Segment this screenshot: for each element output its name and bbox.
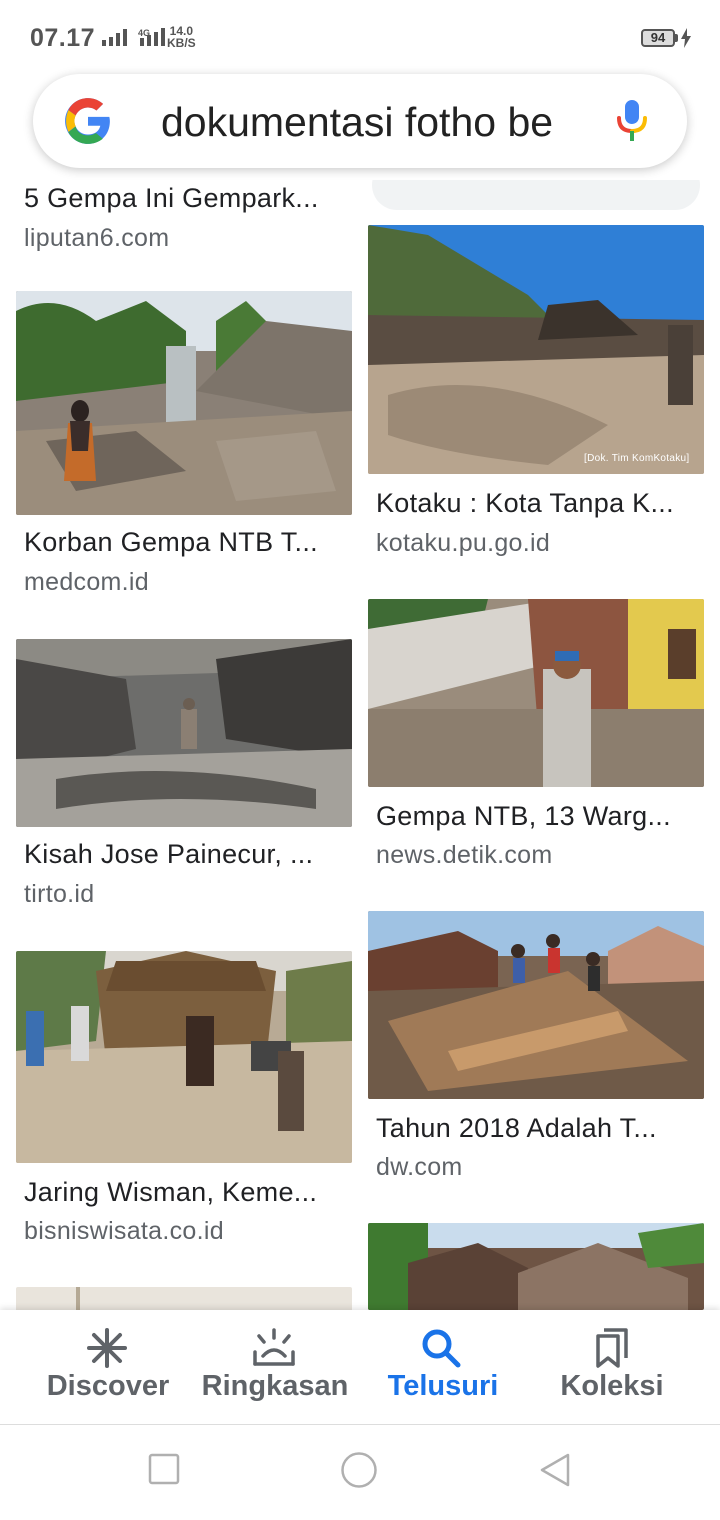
microphone-icon[interactable] <box>616 100 648 142</box>
status-time: 07.17 <box>30 24 96 52</box>
image-results-grid: 5 Gempa Ini Gempark... liputan6.com Korb… <box>0 180 720 1310</box>
result-title: Kisah Jose Painecur, ... <box>24 839 314 869</box>
image-result-card[interactable]: Korban Gempa NTB T... medcom.id <box>16 291 352 601</box>
bottom-navigation: Discover Ringkasan Telusuri Koleksi <box>0 1310 720 1425</box>
network-speed: 14.0 KB/S <box>167 25 196 49</box>
result-title: Korban Gempa NTB T... <box>24 527 318 557</box>
nav-ringkasan[interactable]: Ringkasan <box>185 1310 365 1424</box>
image-result-card[interactable]: Tahun 2018 Adalah T... dw.com <box>368 911 704 1201</box>
asterisk-icon <box>87 1328 127 1368</box>
result-source: news.detik.com <box>376 841 553 869</box>
network-speed-unit: KB/S <box>167 36 196 50</box>
signal-strength-icon-2 <box>140 28 165 46</box>
nav-koleksi[interactable]: Koleksi <box>522 1310 702 1424</box>
charging-bolt-icon <box>681 28 691 48</box>
image-watermark: [Dok. Tim KomKotaku] <box>584 453 690 464</box>
google-logo-icon <box>65 98 110 144</box>
result-title: Jaring Wisman, Keme... <box>24 1177 318 1207</box>
battery-indicator: 94 <box>641 29 675 47</box>
nav-label: Ringkasan <box>201 1370 349 1402</box>
result-title: Gempa NTB, 13 Warg... <box>376 801 671 831</box>
result-source: tirto.id <box>24 880 95 908</box>
search-bar[interactable]: dokumentasi fotho be <box>33 74 687 168</box>
result-placeholder <box>372 180 700 210</box>
nav-label: Discover <box>46 1370 170 1402</box>
result-title: 5 Gempa Ini Gempark... <box>24 183 319 213</box>
image-result-card[interactable]: Jaring Wisman, Keme... bisniswisata.co.i… <box>16 951 352 1251</box>
result-thumbnail[interactable] <box>16 291 352 515</box>
nav-discover[interactable]: Discover <box>18 1310 198 1424</box>
result-source: liputan6.com <box>24 224 170 252</box>
sunrise-icon <box>253 1328 295 1366</box>
nav-label: Koleksi <box>560 1370 664 1402</box>
result-thumbnail[interactable] <box>368 599 704 787</box>
result-thumbnail[interactable] <box>368 1223 704 1310</box>
result-title: Kotaku : Kota Tanpa K... <box>376 488 674 518</box>
result-thumbnail[interactable] <box>16 1287 352 1310</box>
recent-apps-icon[interactable] <box>148 1453 180 1485</box>
result-thumbnail[interactable] <box>368 225 704 474</box>
image-result-card[interactable]: Gempa NTB, 13 Warg... news.detik.com <box>368 599 704 889</box>
back-icon[interactable] <box>538 1452 574 1488</box>
image-result-card[interactable] <box>16 1287 352 1310</box>
nav-label: Telusuri <box>387 1370 499 1402</box>
search-icon <box>422 1329 461 1368</box>
home-icon[interactable] <box>340 1451 378 1489</box>
battery-tip <box>675 34 678 42</box>
status-bar: 07.17 4G 14.0 KB/S 94 <box>0 0 720 72</box>
result-thumbnail[interactable] <box>16 639 352 827</box>
image-result-card[interactable]: 5 Gempa Ini Gempark... liputan6.com <box>16 180 352 260</box>
result-source: kotaku.pu.go.id <box>376 529 551 557</box>
result-thumbnail[interactable] <box>16 951 352 1163</box>
image-result-card[interactable] <box>368 1223 704 1310</box>
result-title: Tahun 2018 Adalah T... <box>376 1113 657 1143</box>
result-source: dw.com <box>376 1153 463 1181</box>
search-query-input[interactable]: dokumentasi fotho be <box>161 99 571 145</box>
signal-strength-icon <box>102 28 127 46</box>
result-source: medcom.id <box>24 568 149 596</box>
result-thumbnail[interactable] <box>368 911 704 1099</box>
result-source: bisniswisata.co.id <box>24 1217 224 1245</box>
system-navigation-bar <box>0 1425 720 1520</box>
nav-telusuri[interactable]: Telusuri <box>353 1310 533 1424</box>
image-result-card[interactable]: [Dok. Tim KomKotaku] Kotaku : Kota Tanpa… <box>368 225 704 557</box>
bookmark-stack-icon <box>596 1328 628 1368</box>
image-result-card[interactable]: Kisah Jose Painecur, ... tirto.id <box>16 639 352 929</box>
